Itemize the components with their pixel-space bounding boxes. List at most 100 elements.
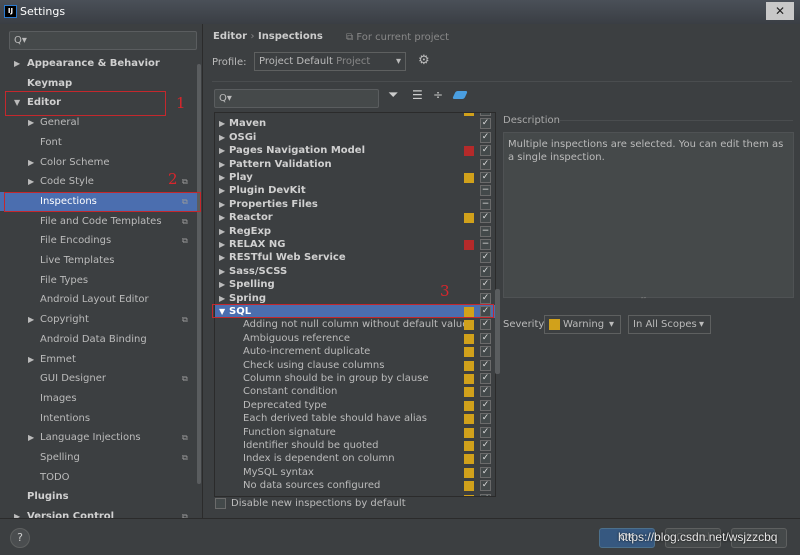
inspection-item[interactable]: Column should be in group by clause ✓ <box>215 372 495 385</box>
sidebar-item-spelling[interactable]: Spelling ⧉ <box>0 448 200 467</box>
enabled-checkbox[interactable]: ✓ <box>480 346 491 358</box>
inspection-item[interactable]: Deprecated type ✓ <box>215 399 495 412</box>
chevron-right-icon[interactable]: ▶ <box>219 184 225 197</box>
enabled-checkbox[interactable]: − <box>480 198 491 210</box>
inspection-search-input[interactable]: Q▾ <box>214 89 379 108</box>
chevron-right-icon[interactable]: ▶ <box>219 171 225 184</box>
chevron-right-icon[interactable]: ▶ <box>219 292 225 305</box>
gear-icon[interactable]: ⚙ <box>418 53 430 68</box>
sidebar-item-gui-designer[interactable]: GUI Designer ⧉ <box>0 369 200 388</box>
enabled-checkbox[interactable]: ✓ <box>480 292 491 304</box>
chevron-right-icon[interactable]: ▶ <box>219 117 225 130</box>
tree-scrollbar[interactable] <box>495 289 500 374</box>
chevron-right-icon[interactable]: ▶ <box>219 265 225 278</box>
chevron-right-icon[interactable]: ▶ <box>219 238 225 251</box>
splitter-handle[interactable]: ″″ <box>641 296 646 304</box>
sidebar-item-keymap[interactable]: Keymap <box>0 74 200 93</box>
sidebar-item-emmet[interactable]: ▶ Emmet <box>0 350 200 369</box>
inspection-item[interactable]: Constant condition ✓ <box>215 385 495 398</box>
inspection-group[interactable]: ▶ Spelling ✓ <box>215 278 495 291</box>
filter-icon[interactable]: ⏷ <box>388 88 398 103</box>
enabled-checkbox[interactable]: ✓ <box>480 426 491 438</box>
inspection-group[interactable]: ▼ SQL ✓ <box>215 305 495 319</box>
breadcrumb-editor[interactable]: Editor <box>213 31 247 42</box>
chevron-down-icon[interactable]: ▼ <box>14 93 20 112</box>
inspection-item[interactable]: Adding not null column without default v… <box>215 318 495 331</box>
chevron-right-icon[interactable]: ▶ <box>219 131 225 144</box>
chevron-right-icon[interactable]: ▶ <box>28 153 34 172</box>
enabled-checkbox[interactable]: − <box>480 239 491 250</box>
enabled-checkbox[interactable]: ✓ <box>480 480 491 492</box>
enabled-checkbox[interactable]: ✓ <box>480 131 491 143</box>
sidebar-item-file-and-code-templates[interactable]: File and Code Templates ⧉ <box>0 212 200 231</box>
inspection-group[interactable]: ▶ Plugin DevKit − <box>215 184 495 197</box>
chevron-right-icon[interactable]: ▶ <box>28 172 34 191</box>
close-button[interactable]: ✕ <box>766 2 794 20</box>
help-button[interactable]: ? <box>10 528 30 548</box>
collapse-all-icon[interactable]: ÷ <box>433 88 443 102</box>
eraser-icon[interactable] <box>452 91 468 99</box>
profile-dropdown[interactable]: Project Default Project ▾ <box>254 52 406 71</box>
disable-new-checkbox[interactable] <box>215 498 226 509</box>
chevron-right-icon[interactable]: ▶ <box>219 144 225 157</box>
expand-all-icon[interactable]: ☰ <box>412 88 423 102</box>
chevron-right-icon[interactable]: ▶ <box>28 350 34 369</box>
enabled-checkbox[interactable]: ✓ <box>480 332 491 344</box>
inspection-item[interactable]: Check using clause columns ✓ <box>215 359 495 372</box>
chevron-down-icon[interactable]: ▼ <box>219 305 225 318</box>
inspection-group[interactable]: ▶ Play ✓ <box>215 171 495 184</box>
chevron-right-icon[interactable]: ▶ <box>219 251 225 264</box>
enabled-checkbox[interactable]: − <box>480 225 491 237</box>
chevron-right-icon[interactable]: ▶ <box>219 278 225 291</box>
inspection-group[interactable]: ▶ RESTful Web Service ✓ <box>215 251 495 264</box>
enabled-checkbox[interactable]: ✓ <box>480 118 491 130</box>
enabled-checkbox[interactable]: ✓ <box>480 212 491 224</box>
enabled-checkbox[interactable]: ✓ <box>480 306 491 317</box>
enabled-checkbox[interactable]: ✓ <box>480 145 491 157</box>
chevron-right-icon[interactable]: ▶ <box>28 428 34 447</box>
enabled-checkbox[interactable]: ✓ <box>480 373 491 384</box>
sidebar-item-font[interactable]: Font <box>0 133 200 152</box>
inspection-group[interactable]: ▶ Properties Files − <box>215 198 495 211</box>
enabled-checkbox[interactable]: ✓ <box>480 453 491 465</box>
inspection-item[interactable]: Each derived table should have alias ✓ <box>215 412 495 425</box>
sidebar-item-images[interactable]: Images <box>0 389 200 408</box>
inspection-item[interactable]: Identifier should be quoted ✓ <box>215 439 495 452</box>
enabled-checkbox[interactable]: ✓ <box>480 158 491 170</box>
sidebar-item-intentions[interactable]: Intentions <box>0 409 200 428</box>
chevron-right-icon[interactable]: ▶ <box>14 507 20 518</box>
inspection-item[interactable]: No data sources configured ✓ <box>215 479 495 492</box>
inspection-group[interactable]: ▶ Spring ✓ <box>215 292 495 305</box>
inspection-item[interactable]: Ambiguous reference ✓ <box>215 332 495 345</box>
inspection-item[interactable]: Index is dependent on column ✓ <box>215 452 495 465</box>
sidebar-item-file-encodings[interactable]: File Encodings ⧉ <box>0 231 200 250</box>
enabled-checkbox[interactable]: ✓ <box>480 265 491 277</box>
sidebar-item-appearance-behavior[interactable]: ▶ Appearance & Behavior <box>0 54 200 73</box>
sidebar-item-file-types[interactable]: File Types <box>0 271 200 290</box>
inspection-group[interactable]: ▶ RELAX NG − <box>215 238 495 251</box>
enabled-checkbox[interactable]: ✓ <box>480 113 491 116</box>
sidebar-item-general[interactable]: ▶ General <box>0 113 200 132</box>
inspection-group[interactable]: ▶ Pattern Validation ✓ <box>215 158 495 171</box>
sidebar-item-copyright[interactable]: ▶ Copyright ⧉ <box>0 310 200 329</box>
chevron-right-icon[interactable]: ▶ <box>28 113 34 132</box>
enabled-checkbox[interactable]: ✓ <box>480 493 491 496</box>
sidebar-item-android-data-binding[interactable]: Android Data Binding <box>0 330 200 349</box>
enabled-checkbox[interactable]: ✓ <box>480 386 491 398</box>
enabled-checkbox[interactable]: ✓ <box>480 172 491 183</box>
sidebar-item-inspections[interactable]: Inspections ⧉ <box>0 191 200 211</box>
enabled-checkbox[interactable]: − <box>480 185 491 197</box>
chevron-right-icon[interactable]: ▶ <box>219 158 225 171</box>
sidebar-item-color-scheme[interactable]: ▶ Color Scheme <box>0 153 200 172</box>
enabled-checkbox[interactable]: ✓ <box>480 252 491 264</box>
chevron-right-icon[interactable]: ▶ <box>219 211 225 224</box>
enabled-checkbox[interactable]: ✓ <box>480 319 491 331</box>
sidebar-item-language-injections[interactable]: ▶ Language Injections ⧉ <box>0 428 200 447</box>
enabled-checkbox[interactable]: ✓ <box>480 279 491 291</box>
inspection-group[interactable]: ▶ Reactor ✓ <box>215 211 495 224</box>
severity-dropdown[interactable]: Warning ▾ <box>544 315 621 334</box>
sidebar-item-editor[interactable]: ▼ Editor <box>0 93 200 112</box>
sidebar-item-version-control[interactable]: ▶ Version Control ⧉ <box>0 507 200 518</box>
scope-dropdown[interactable]: In All Scopes ▾ <box>628 315 711 334</box>
sidebar-item-live-templates[interactable]: Live Templates <box>0 251 200 270</box>
